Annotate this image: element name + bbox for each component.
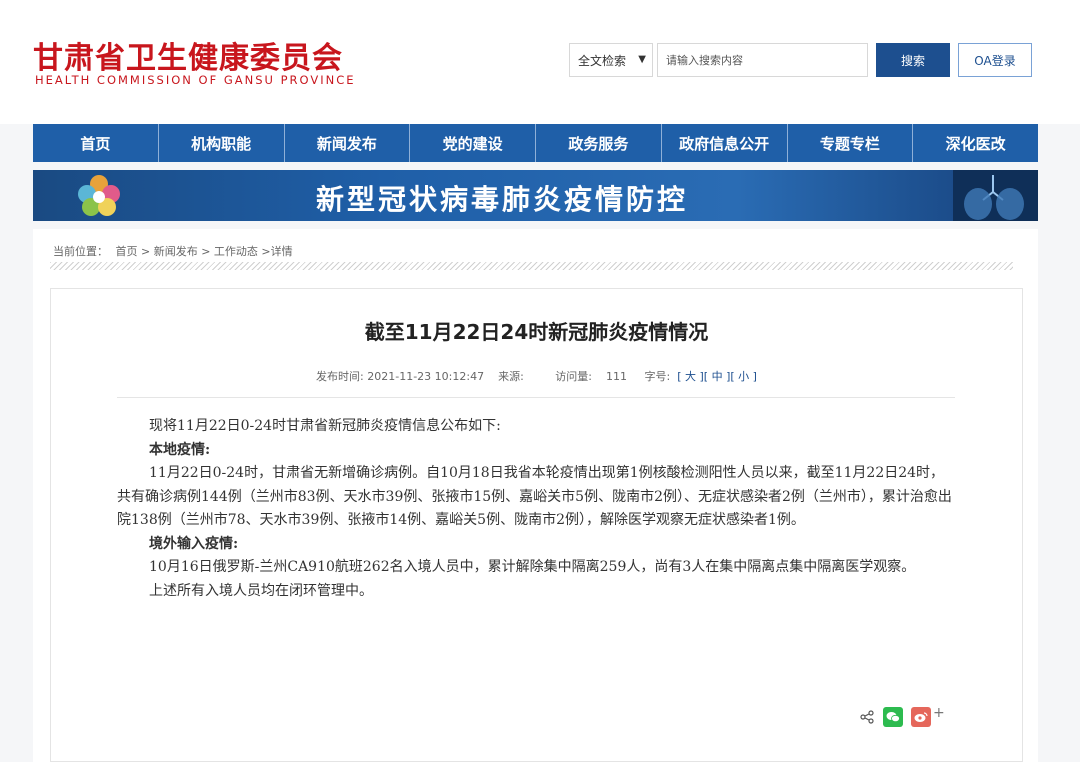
nav-item-topics[interactable]: 专题专栏 bbox=[788, 124, 914, 162]
local-paragraph: 11月22日0-24时，甘肃省无新增确诊病例。自10月18日我省本轮疫情出现第1… bbox=[117, 465, 952, 528]
nav-item-party[interactable]: 党的建设 bbox=[410, 124, 536, 162]
oa-login-button[interactable]: OA登录 bbox=[958, 43, 1032, 77]
overseas-heading: 境外输入疫情: bbox=[149, 535, 239, 552]
article-title: 截至11月22日24时新冠肺炎疫情情况 bbox=[364, 320, 709, 344]
search-button[interactable]: 搜索 bbox=[876, 43, 950, 77]
views-count: 111 bbox=[606, 370, 627, 383]
breadcrumb-path[interactable]: 首页 > 新闻发布 > 工作动态 >详情 bbox=[116, 245, 293, 258]
site-logo-english: HEALTH COMMISSION OF GANSU PROVINCE bbox=[35, 73, 356, 87]
nav-item-home[interactable]: 首页 bbox=[33, 124, 159, 162]
nav-item-services[interactable]: 政务服务 bbox=[536, 124, 662, 162]
font-size-large[interactable]: 大 bbox=[685, 370, 696, 383]
intro-paragraph: 现将11月22日0-24时甘肃省新冠肺炎疫情信息公布如下: bbox=[149, 418, 501, 434]
article-panel: 截至11月22日24时新冠肺炎疫情情况 发布时间: 2021-11-23 10:… bbox=[50, 288, 1023, 762]
site-logo-chinese[interactable]: 甘肃省卫生健康委员会 bbox=[33, 33, 343, 77]
divider bbox=[50, 262, 1013, 270]
nav-item-reform[interactable]: 深化医改 bbox=[913, 124, 1038, 162]
wechat-share-icon[interactable] bbox=[883, 707, 903, 727]
article-body: 现将11月22日0-24时甘肃省新冠肺炎疫情信息公布如下: 本地疫情: 11月2… bbox=[117, 415, 955, 603]
font-size-label: 字号: bbox=[644, 370, 671, 383]
source-label: 来源: bbox=[498, 370, 524, 383]
weibo-share-icon[interactable] bbox=[911, 707, 931, 727]
main-nav: 首页 机构职能 新闻发布 党的建设 政务服务 政府信息公开 专题专栏 深化医改 bbox=[33, 124, 1038, 162]
site-header: 甘肃省卫生健康委员会 HEALTH COMMISSION OF GANSU PR… bbox=[0, 0, 1080, 124]
share-icon[interactable] bbox=[859, 709, 875, 725]
font-size-small[interactable]: 小 bbox=[738, 370, 749, 383]
flower-icon bbox=[78, 175, 120, 216]
publish-label: 发布时间: bbox=[316, 370, 364, 383]
chevron-down-icon: ▼ bbox=[638, 54, 646, 65]
search-input[interactable] bbox=[657, 43, 868, 77]
content-area: 当前位置： 首页 > 新闻发布 > 工作动态 >详情 截至11月22日24时新冠… bbox=[33, 229, 1038, 762]
meta-divider bbox=[117, 397, 955, 398]
nav-item-news[interactable]: 新闻发布 bbox=[285, 124, 411, 162]
more-share-icon[interactable]: + bbox=[933, 705, 945, 721]
share-bar: + bbox=[859, 705, 945, 727]
search-scope-label: 全文检索 bbox=[578, 53, 627, 68]
views-label: 访问量: bbox=[555, 370, 592, 383]
breadcrumb-prefix: 当前位置： bbox=[53, 245, 108, 258]
publish-time: 2021-11-23 10:12:47 bbox=[367, 370, 485, 383]
nav-item-disclosure[interactable]: 政府信息公开 bbox=[662, 124, 788, 162]
closing-paragraph: 上述所有入境人员均在闭环管理中。 bbox=[149, 582, 373, 599]
covid-banner[interactable]: 新型冠状病毒肺炎疫情防控 bbox=[33, 170, 1038, 221]
breadcrumb: 当前位置： 首页 > 新闻发布 > 工作动态 >详情 bbox=[53, 243, 297, 259]
nav-item-functions[interactable]: 机构职能 bbox=[159, 124, 285, 162]
lungs-icon bbox=[953, 170, 1038, 221]
article-meta: 发布时间: 2021-11-23 10:12:47 来源: 访问量: 111 字… bbox=[316, 370, 757, 383]
banner-title: 新型冠状病毒肺炎疫情防控 bbox=[316, 183, 689, 216]
font-size-medium[interactable]: 中 bbox=[712, 370, 723, 383]
search-scope-select[interactable]: 全文检索 ▼ bbox=[569, 43, 653, 77]
overseas-paragraph: 10月16日俄罗斯-兰州CA910航班262名入境人员中，累计解除集中隔离259… bbox=[149, 559, 916, 575]
local-heading: 本地疫情: bbox=[149, 441, 211, 458]
